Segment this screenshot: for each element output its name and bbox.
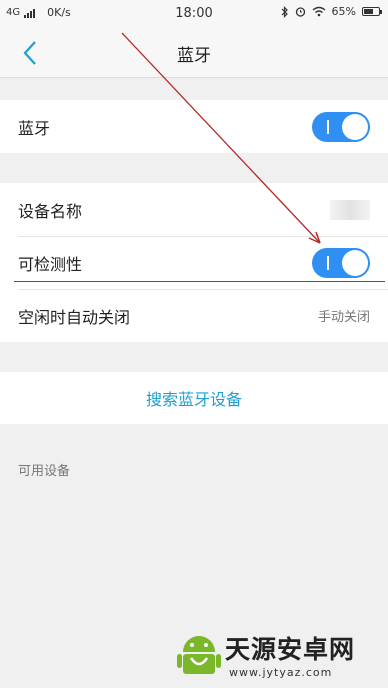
wifi-icon: [312, 6, 325, 17]
bluetooth-label: 蓝牙: [18, 118, 51, 138]
alarm-icon: [295, 7, 305, 17]
auto-off-row[interactable]: 空闲时自动关闭 手动关闭: [0, 289, 388, 342]
discoverable-label: 可检测性: [18, 254, 83, 274]
search-group: 搜索蓝牙设备: [0, 372, 388, 424]
available-devices-header: 可用设备: [18, 464, 71, 479]
status-bar: 4G 0K/s 18:00 65%: [0, 0, 388, 26]
watermark: 天源安卓网 www.jytyaz.com: [177, 626, 382, 686]
device-name-label: 设备名称: [18, 201, 83, 221]
bluetooth-toggle[interactable]: [312, 111, 370, 142]
watermark-name: 天源安卓网: [225, 635, 356, 664]
annotation-underline: [14, 281, 385, 282]
nav-bar: 蓝牙: [0, 26, 388, 78]
battery-icon: [362, 7, 382, 16]
battery-fill: [364, 9, 374, 14]
watermark-url: www.jytyaz.com: [229, 666, 333, 679]
toggle-knob: [342, 113, 368, 140]
android-logo-icon: [177, 636, 221, 674]
auto-off-value: 手动关闭: [317, 310, 370, 325]
discoverable-toggle[interactable]: [312, 247, 370, 278]
toggle-knob: [342, 249, 368, 276]
auto-off-label: 空闲时自动关闭: [18, 307, 131, 327]
settings-group: 设备名称 可检测性 空闲时自动关闭 手动关闭: [0, 183, 388, 342]
bluetooth-row: 蓝牙: [0, 100, 388, 153]
status-right: 65%: [281, 5, 382, 18]
page-title: 蓝牙: [177, 46, 211, 66]
search-devices-button[interactable]: 搜索蓝牙设备: [0, 372, 388, 424]
device-name-row[interactable]: 设备名称: [0, 183, 388, 236]
device-name-value-redacted: [330, 199, 370, 220]
toggle-on-mark: [327, 255, 329, 270]
battery-percent: 65%: [331, 5, 356, 18]
bluetooth-icon: [281, 5, 288, 18]
bluetooth-group: 蓝牙: [0, 100, 388, 153]
toggle-on-mark: [327, 119, 329, 134]
